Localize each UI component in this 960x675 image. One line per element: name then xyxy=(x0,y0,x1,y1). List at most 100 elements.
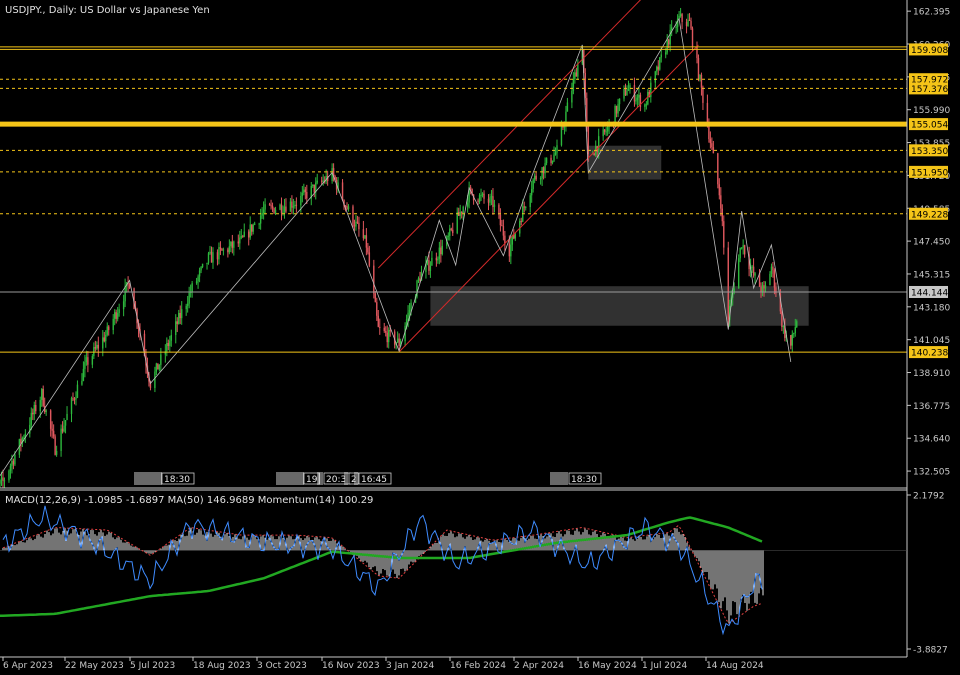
candle xyxy=(219,241,222,256)
candle xyxy=(178,309,180,325)
candle xyxy=(61,421,64,434)
candle xyxy=(627,80,630,92)
candle-body xyxy=(502,225,505,236)
candle xyxy=(711,137,713,150)
level-label: 155.054 xyxy=(911,121,948,131)
candle xyxy=(75,391,77,406)
candle-body xyxy=(383,327,385,332)
candle xyxy=(248,229,250,246)
candle-body xyxy=(91,356,94,365)
candle xyxy=(644,103,646,112)
candle xyxy=(478,193,481,205)
candle xyxy=(258,222,260,230)
candle xyxy=(352,204,354,229)
candle-body xyxy=(282,211,284,213)
candle-body xyxy=(603,129,606,132)
candle xyxy=(593,152,595,156)
candle-body xyxy=(253,223,256,225)
candle xyxy=(155,362,158,376)
candle xyxy=(556,139,558,159)
candle xyxy=(720,187,722,217)
candle-body xyxy=(688,19,691,22)
candle-body xyxy=(644,104,646,107)
candle xyxy=(492,188,494,215)
candle xyxy=(222,247,225,256)
candle xyxy=(118,303,120,317)
candle xyxy=(259,208,262,230)
candle xyxy=(459,204,461,220)
candle-body xyxy=(54,436,56,455)
candle xyxy=(499,208,502,232)
candle xyxy=(368,245,371,268)
candle-body xyxy=(717,153,719,185)
candle-body xyxy=(285,206,287,212)
candle xyxy=(82,361,85,382)
candle-body xyxy=(699,74,701,80)
candle xyxy=(623,85,625,102)
candle-body xyxy=(737,258,740,289)
candle-body xyxy=(249,224,251,238)
candle xyxy=(316,173,318,185)
candle-body xyxy=(118,309,120,314)
candle-body xyxy=(466,202,469,207)
candle xyxy=(696,41,698,64)
candle-body xyxy=(487,198,490,203)
candle xyxy=(273,207,275,215)
candle xyxy=(73,397,76,405)
candle-body xyxy=(533,175,536,180)
candle-body xyxy=(268,204,271,206)
chart-canvas[interactable]: 18:301920:3216:4518:30 162.395160.260158… xyxy=(0,0,960,675)
candle-body xyxy=(428,260,430,271)
candle xyxy=(20,433,22,452)
candle xyxy=(452,222,454,236)
candle xyxy=(468,181,470,209)
candle-body xyxy=(191,283,193,292)
candle-body xyxy=(772,266,774,271)
candle xyxy=(772,262,774,278)
time-tick-label: 3 Oct 2023 xyxy=(257,661,307,671)
candle xyxy=(157,363,159,370)
candle xyxy=(358,216,360,237)
candle-body xyxy=(207,253,210,263)
candle xyxy=(636,94,639,109)
candle xyxy=(483,190,485,204)
candle-body xyxy=(3,480,6,482)
candle-body xyxy=(85,357,88,363)
candle-body xyxy=(219,247,222,249)
candle-body xyxy=(81,380,83,385)
candle xyxy=(94,340,97,352)
candle-body xyxy=(606,126,609,132)
candle-body xyxy=(556,145,558,153)
candle-body xyxy=(385,331,387,333)
candle xyxy=(315,177,317,200)
candle-body xyxy=(477,200,479,202)
candle-body xyxy=(82,368,85,381)
candle-body xyxy=(63,425,65,432)
level-label: 140.238 xyxy=(911,349,948,359)
candle xyxy=(525,206,527,211)
candle-body xyxy=(93,347,95,357)
candle-body xyxy=(739,247,741,259)
candle xyxy=(752,258,755,278)
candle-body xyxy=(52,430,55,437)
candle xyxy=(200,266,202,274)
candle xyxy=(33,401,35,421)
candle xyxy=(614,104,616,123)
candle-body xyxy=(289,201,292,212)
candle-body xyxy=(638,94,640,98)
candle-body xyxy=(200,267,202,271)
candle-body xyxy=(252,224,254,232)
candle-body xyxy=(575,72,578,77)
candle-body xyxy=(358,222,360,230)
candle-body xyxy=(209,251,211,254)
candle-body xyxy=(388,329,390,343)
candle-body xyxy=(377,315,379,327)
candle-body xyxy=(691,28,694,47)
candle xyxy=(243,223,245,238)
candle xyxy=(189,284,192,298)
candle xyxy=(85,350,88,366)
candle-body xyxy=(274,209,277,214)
time-tick-label: 1 Jul 2024 xyxy=(642,661,687,671)
candle xyxy=(605,127,607,137)
candle-body xyxy=(761,285,764,292)
